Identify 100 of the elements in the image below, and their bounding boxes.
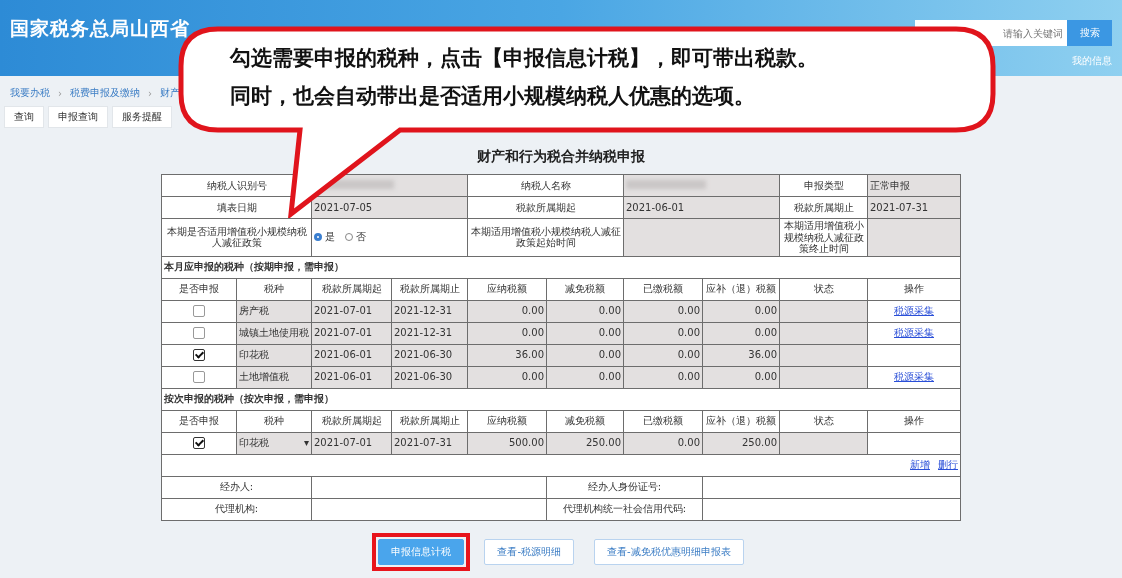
date-value: 2021-06-30 <box>394 371 453 383</box>
select-value: 印花税 <box>239 437 269 449</box>
tax-name: 城镇土地使用税 <box>239 327 309 339</box>
amount-value: 0.00 <box>598 327 621 339</box>
amount-value: 0.00 <box>677 349 700 361</box>
column-header: 税款所属期起 <box>321 415 382 427</box>
field-label: 本期适用增值税小规模纳税人减征政策起始时间 <box>470 225 621 249</box>
field-label: 纳税人识别号 <box>206 179 267 191</box>
tab[interactable]: 申报查询 <box>48 106 108 128</box>
field-label: 填表日期 <box>216 201 257 213</box>
field-value: 2021-07-31 <box>870 201 929 213</box>
amount-value: 0.00 <box>598 305 621 317</box>
tax-name: 房产税 <box>239 305 269 317</box>
amount-value: 0.00 <box>598 371 621 383</box>
field-label: 本期适用增值税小规模纳税人减征政策终止时间 <box>783 220 864 254</box>
column-header: 税款所属期起 <box>321 283 382 295</box>
field-label: 本期是否适用增值税小规模纳税人减征政策 <box>166 225 307 249</box>
date-value: 2021-07-01 <box>314 437 373 449</box>
amount-value: 0.00 <box>677 371 700 383</box>
amount-value: 36.00 <box>515 349 544 361</box>
amount-value: 0.00 <box>677 327 700 339</box>
checkbox[interactable] <box>193 437 205 449</box>
field-value: 2021-06-01 <box>626 201 685 213</box>
column-header: 操作 <box>904 283 924 295</box>
amount-value: 0.00 <box>677 305 700 317</box>
field-label: 经办人身份证号: <box>587 481 662 493</box>
date-value: 2021-07-01 <box>314 305 373 317</box>
row-action-link[interactable]: 删行 <box>938 459 958 471</box>
date-value: 2021-12-31 <box>394 305 453 317</box>
radio-label: 是 <box>325 231 335 243</box>
field-label: 申报类型 <box>803 179 844 191</box>
column-header: 应纳税额 <box>487 283 527 295</box>
amount-value: 500.00 <box>509 437 544 449</box>
form-title: 财产和行为税合并纳税申报 <box>476 148 646 166</box>
column-header: 应补（退）税额 <box>706 283 776 295</box>
dropdown-icon: ▾ <box>303 437 309 449</box>
column-header: 税款所属期止 <box>399 283 460 295</box>
callout-text: 同时，也会自动带出是否适用小规模纳税人优惠的选项。 <box>230 83 756 110</box>
field-label: 代理机构: <box>214 503 259 515</box>
amount-value: 0.00 <box>598 349 621 361</box>
field-label: 代理机构统一社会信用代码: <box>562 503 687 515</box>
column-header: 减免税额 <box>565 283 605 295</box>
column-header: 已缴税额 <box>643 415 683 427</box>
amount-value: 250.00 <box>742 437 777 449</box>
date-value: 2021-07-31 <box>394 437 453 449</box>
column-header: 应补（退）税额 <box>706 415 776 427</box>
amount-value: 0.00 <box>754 327 777 339</box>
chevron-icon: › <box>148 87 152 99</box>
tab[interactable]: 查询 <box>4 106 44 128</box>
column-header: 税种 <box>264 415 284 427</box>
checkbox[interactable] <box>193 327 205 339</box>
date-value: 2021-06-30 <box>394 349 453 361</box>
column-header: 应纳税额 <box>487 415 527 427</box>
site-title: 国家税务总局山西省 <box>10 16 190 41</box>
amount-value: 0.00 <box>521 327 544 339</box>
amount-value: 0.00 <box>754 305 777 317</box>
column-header: 减免税额 <box>565 415 605 427</box>
column-header: 是否申报 <box>179 283 219 295</box>
callout-text: 勾选需要申报的税种，点击【申报信息计税】，即可带出税款。 <box>230 45 818 72</box>
radio-label: 否 <box>356 231 366 243</box>
date-value: 2021-07-01 <box>314 327 373 339</box>
section-title: 按次申报的税种（按次申报，需申报） <box>164 393 334 405</box>
column-header: 操作 <box>904 415 924 427</box>
amount-value: 0.00 <box>521 305 544 317</box>
field-value: 2021-07-05 <box>314 201 373 213</box>
breadcrumb-link[interactable]: 税费申报及缴纳 <box>70 86 140 100</box>
radio-button[interactable] <box>345 232 353 241</box>
action-button[interactable]: 查看-税源明细 <box>484 538 574 565</box>
checkbox[interactable] <box>193 349 205 361</box>
column-header: 已缴税额 <box>643 283 683 295</box>
chevron-icon: › <box>58 87 62 99</box>
field-value: 正常申报 <box>870 179 910 191</box>
field-label: 税款所属期止 <box>793 201 854 213</box>
radio-button[interactable] <box>314 232 322 241</box>
action-button[interactable]: 查看-减免税优惠明细申报表 <box>594 538 744 565</box>
tax-name: 印花税 <box>239 349 269 361</box>
checkbox[interactable] <box>193 305 205 317</box>
breadcrumb-link[interactable]: 财产 <box>160 86 180 100</box>
column-header: 税款所属期止 <box>399 415 460 427</box>
amount-value: 0.00 <box>677 437 700 449</box>
field-label: 纳税人名称 <box>520 179 571 191</box>
tax-name: 土地增值税 <box>239 371 289 383</box>
amount-value: 36.00 <box>748 349 777 361</box>
field-label: 经办人: <box>219 481 254 493</box>
tab[interactable]: 服务提醒 <box>112 106 172 128</box>
row-action-link[interactable]: 新增 <box>910 459 930 471</box>
column-header: 税种 <box>264 283 284 295</box>
column-header: 状态 <box>813 283 834 295</box>
field-label: 税款所属期起 <box>515 201 576 213</box>
section-title: 本月应申报的税种（按期申报，需申报） <box>164 261 344 273</box>
date-value: 2021-06-01 <box>314 349 373 361</box>
date-value: 2021-06-01 <box>314 371 373 383</box>
amount-value: 0.00 <box>521 371 544 383</box>
column-header: 是否申报 <box>179 415 219 427</box>
amount-value: 250.00 <box>586 437 621 449</box>
breadcrumb-link[interactable]: 我要办税 <box>10 86 50 100</box>
date-value: 2021-12-31 <box>394 327 453 339</box>
column-header: 状态 <box>813 415 834 427</box>
checkbox[interactable] <box>193 371 205 383</box>
amount-value: 0.00 <box>754 371 777 383</box>
